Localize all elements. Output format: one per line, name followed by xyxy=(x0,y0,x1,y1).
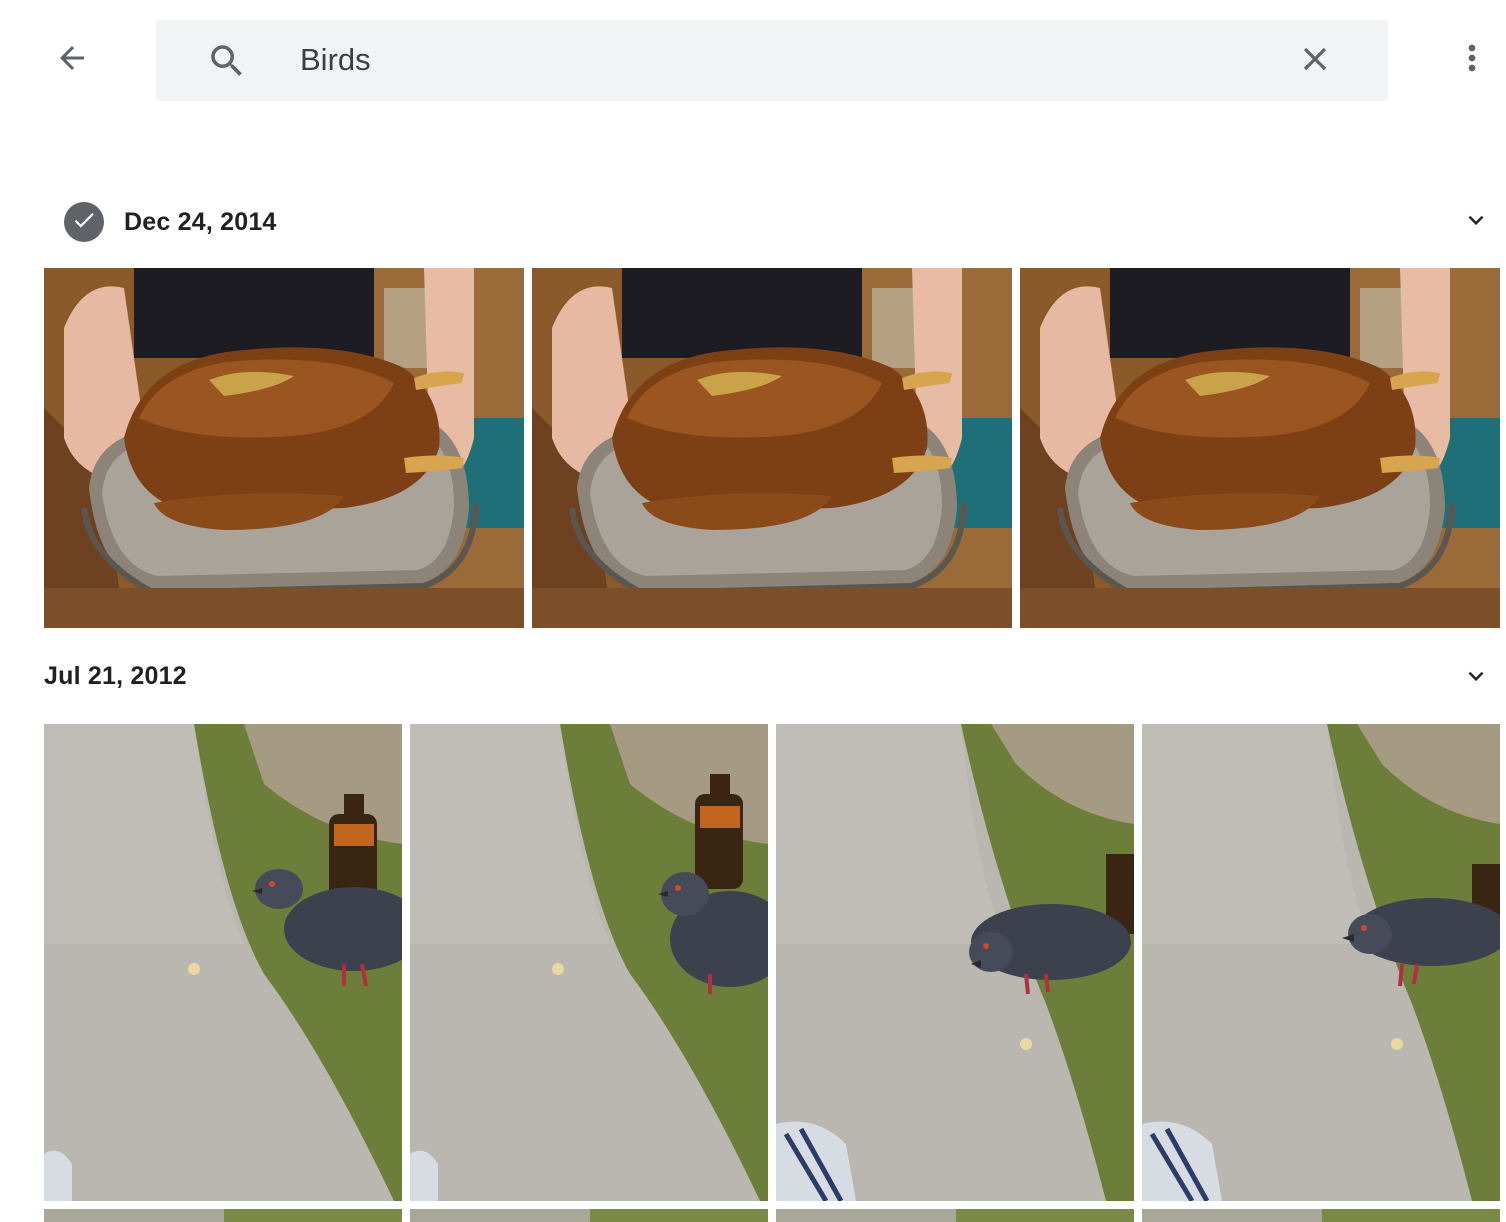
photo-thumbnail[interactable] xyxy=(44,268,524,628)
clear-search-button[interactable] xyxy=(1294,40,1336,82)
pigeon-photo xyxy=(1142,724,1500,1201)
photo-thumbnail[interactable] xyxy=(410,724,768,1201)
photo-thumbnail[interactable] xyxy=(776,724,1134,1201)
roast-bird-photo xyxy=(532,268,1012,628)
collapse-section-button[interactable] xyxy=(1458,660,1494,696)
pigeon-photo xyxy=(410,724,768,1201)
collapse-section-button[interactable] xyxy=(1458,204,1494,240)
chevron-down-icon xyxy=(1461,205,1491,240)
photo-thumbnail[interactable] xyxy=(776,1209,1134,1222)
roast-bird-photo xyxy=(1020,268,1500,628)
select-all-checkbox[interactable] xyxy=(64,202,104,242)
pigeon-photo xyxy=(44,724,402,1201)
photo-thumbnail[interactable] xyxy=(44,1209,402,1222)
chevron-down-icon xyxy=(1461,661,1491,696)
photo-thumbnail[interactable] xyxy=(44,724,402,1201)
date-section-header: Dec 24, 2014 xyxy=(64,200,277,244)
arrow-back-icon xyxy=(54,40,90,81)
photo-thumbnail[interactable] xyxy=(1142,1209,1500,1222)
search-input[interactable] xyxy=(300,36,1200,84)
pigeon-photo xyxy=(776,1209,1134,1222)
back-button[interactable] xyxy=(48,36,96,84)
pigeon-photo xyxy=(776,724,1134,1201)
date-section-header: Jul 21, 2012 xyxy=(44,655,187,697)
pigeon-photo xyxy=(1142,1209,1500,1222)
search-bar xyxy=(156,20,1388,101)
section-date: Dec 24, 2014 xyxy=(124,207,277,236)
search-icon xyxy=(206,40,248,82)
photo-thumbnail[interactable] xyxy=(532,268,1012,628)
pigeon-photo xyxy=(44,1209,402,1222)
section-date: Jul 21, 2012 xyxy=(44,661,187,690)
close-icon xyxy=(1296,40,1334,83)
photo-thumbnail[interactable] xyxy=(1020,268,1500,628)
pigeon-photo xyxy=(410,1209,768,1222)
more-options-button[interactable] xyxy=(1450,36,1494,84)
photo-thumbnail[interactable] xyxy=(410,1209,768,1222)
roast-bird-photo xyxy=(44,268,524,628)
more-vert-icon xyxy=(1452,38,1492,83)
photo-thumbnail[interactable] xyxy=(1142,724,1500,1201)
check-icon xyxy=(71,207,97,238)
